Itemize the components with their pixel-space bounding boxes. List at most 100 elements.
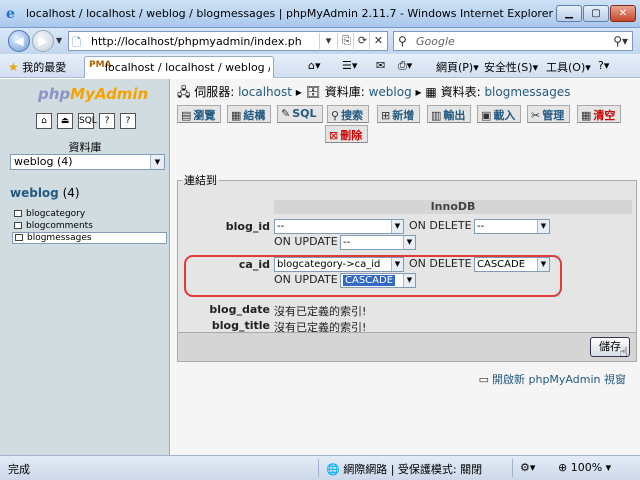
close-button[interactable]: ✕ bbox=[610, 5, 636, 22]
command-bar: ★ 我的最愛 PMA localhost / localhost / weblo… bbox=[0, 54, 640, 78]
address-dropdown-icon[interactable]: ▾ bbox=[319, 33, 337, 49]
sql-docs-icon[interactable]: ? bbox=[120, 113, 136, 129]
search-box[interactable]: ⚲ Google ⚲▾ bbox=[393, 31, 633, 51]
help-icon[interactable]: ?▾ bbox=[598, 59, 609, 72]
browser-tab[interactable]: PMA localhost / localhost / weblog / blo… bbox=[84, 56, 274, 78]
security-zone-label: 網際網路 | 受保護模式: 關閉 bbox=[343, 463, 483, 476]
server-icon: 🖧 bbox=[177, 85, 191, 99]
home-icon[interactable]: ⌂▾ bbox=[308, 59, 321, 72]
docs-icon[interactable]: ? bbox=[99, 113, 115, 129]
tab-browse[interactable]: ▤ 瀏覽 bbox=[177, 105, 222, 123]
db-label: 資料庫: bbox=[324, 85, 365, 99]
table-icon[interactable] bbox=[14, 221, 22, 229]
database-select-value: weblog (4) bbox=[14, 155, 73, 168]
chevron-right-icon: ▸ bbox=[415, 85, 422, 99]
mail-icon[interactable]: ✉ bbox=[376, 59, 385, 72]
browse-icon: ▤ bbox=[181, 109, 192, 122]
save-bar: 儲存 ☝ bbox=[177, 332, 637, 362]
tab-insert[interactable]: ⊞ 新增 bbox=[377, 105, 421, 123]
left-frame: phpMyAdmin ⌂ ⏏ SQL?? 資料庫 weblog (4) ▼ webl… bbox=[0, 79, 170, 455]
search-input[interactable]: Google bbox=[416, 35, 455, 48]
tab-drop[interactable]: ⊠ 刪除 bbox=[325, 125, 369, 143]
mouse-cursor-icon: ☝ bbox=[619, 345, 628, 361]
tab-empty[interactable]: ▦ 清空 bbox=[577, 105, 622, 123]
table-icon[interactable] bbox=[15, 234, 23, 241]
search-provider-icon: ⚲ bbox=[398, 34, 407, 48]
insert-icon: ⊞ bbox=[381, 109, 391, 122]
database-select[interactable]: weblog (4) ▼ bbox=[10, 154, 165, 170]
tools-menu[interactable]: 工具(O)▾ bbox=[546, 59, 591, 75]
table-name[interactable]: blogmessages bbox=[27, 233, 92, 243]
export-icon: ▥ bbox=[431, 109, 442, 122]
chevron-down-icon[interactable]: ▼ bbox=[537, 220, 549, 233]
phpmyadmin-logo[interactable]: phpMyAdmin bbox=[38, 85, 148, 103]
field-name: blog_id bbox=[225, 220, 270, 233]
table-list-item[interactable]: blogcategory bbox=[12, 209, 167, 221]
status-text: 完成 bbox=[8, 463, 30, 476]
tab-sql-label: SQL bbox=[292, 107, 317, 120]
zoom-control[interactable]: ⊕ 100% ▾ bbox=[558, 461, 611, 474]
security-zone[interactable]: 🌐 網際網路 | 受保護模式: 關閉 bbox=[326, 461, 482, 477]
title-bar: e localhost / localhost / weblog / blogm… bbox=[0, 0, 640, 28]
tab-search[interactable]: ⚲ 搜索 bbox=[327, 105, 370, 123]
page-icon: 🗋 bbox=[72, 36, 81, 49]
exit-icon[interactable]: ⏏ bbox=[57, 113, 73, 129]
chevron-down-icon[interactable]: ▼ bbox=[150, 155, 164, 169]
feeds-icon[interactable]: ☰▾ bbox=[342, 59, 357, 72]
back-button[interactable]: ◀ bbox=[8, 30, 30, 52]
structure-icon: ▦ bbox=[231, 109, 242, 122]
new-window-link[interactable]: ▭ 開啟新 phpMyAdmin 視窗 bbox=[479, 371, 626, 387]
chevron-down-icon[interactable]: ▼ bbox=[391, 220, 403, 233]
tab-export[interactable]: ▥ 輸出 bbox=[427, 105, 472, 123]
address-url[interactable]: http://localhost/phpmyadmin/index.php?db… bbox=[91, 35, 301, 48]
search-icon: ⚲ bbox=[331, 109, 340, 122]
breadcrumb: 🖧 伺服器: localhost ▸ 🗄 資料庫: weblog ▸ ▦ 資料表… bbox=[177, 83, 571, 104]
tab-operations[interactable]: ✂ 管理 bbox=[527, 105, 571, 123]
tab-browse-label: 瀏覽 bbox=[193, 109, 216, 122]
relation-legend: 連結到 bbox=[184, 174, 217, 187]
table-list-item-selected[interactable]: blogmessages bbox=[12, 232, 167, 244]
table-icon[interactable] bbox=[14, 210, 22, 217]
database-name[interactable]: weblog bbox=[10, 186, 59, 200]
maximize-button[interactable]: ▢ bbox=[583, 5, 609, 22]
tab-structure[interactable]: ▦ 結構 bbox=[227, 105, 272, 123]
server-label: 伺服器: bbox=[194, 85, 235, 99]
tab-import[interactable]: ▣ 載入 bbox=[477, 105, 522, 123]
on-delete-select[interactable]: -- ▼ bbox=[474, 219, 550, 234]
import-icon: ▣ bbox=[481, 109, 492, 122]
favorites-label: 我的最愛 bbox=[22, 61, 67, 74]
table-list-item[interactable]: blogcomments bbox=[12, 221, 167, 233]
safety-menu-label: 安全性(S) bbox=[484, 61, 533, 74]
tab-sql[interactable]: ✎ SQL bbox=[277, 105, 323, 123]
star-icon: ★ bbox=[8, 60, 19, 74]
protected-mode-icon[interactable]: ⚙▾ bbox=[520, 461, 535, 474]
breadcrumb-server[interactable]: localhost bbox=[238, 85, 292, 99]
home-icon[interactable]: ⌂ bbox=[36, 113, 52, 129]
history-dropdown-icon[interactable]: ▼ bbox=[56, 36, 62, 45]
window-title: localhost / localhost / weblog / blogmes… bbox=[26, 7, 553, 20]
search-icon[interactable]: ⚲▾ bbox=[613, 34, 628, 48]
tab-drop-label: 刪除 bbox=[340, 129, 363, 142]
forward-button[interactable]: ▶ bbox=[32, 30, 54, 52]
table-name[interactable]: blogcomments bbox=[26, 221, 93, 231]
on-update-select[interactable]: -- ▼ bbox=[340, 235, 416, 250]
sql-icon: ✎ bbox=[281, 107, 291, 120]
database-heading[interactable]: weblog (4) bbox=[10, 186, 80, 200]
main-frame: 🖧 伺服器: localhost ▸ 🗄 資料庫: weblog ▸ ▦ 資料表… bbox=[171, 79, 640, 455]
minimize-button[interactable]: ▁ bbox=[556, 5, 582, 22]
breadcrumb-table[interactable]: blogmessages bbox=[484, 85, 570, 99]
query-window-icon[interactable]: SQL bbox=[78, 113, 97, 129]
stop-icon[interactable]: ✕ bbox=[369, 33, 387, 49]
safety-menu[interactable]: 安全性(S)▾ bbox=[484, 59, 538, 75]
address-toolbar: ◀ ▶ ▼ 🗋 http://localhost/phpmyadmin/inde… bbox=[0, 28, 640, 54]
table-name[interactable]: blogcategory bbox=[26, 209, 85, 219]
foreign-key-select[interactable]: -- ▼ bbox=[274, 219, 404, 234]
address-bar[interactable]: 🗋 http://localhost/phpmyadmin/index.php?… bbox=[68, 31, 388, 51]
database-table-count: (4) bbox=[62, 186, 80, 200]
breadcrumb-db[interactable]: weblog bbox=[369, 85, 412, 99]
page-menu[interactable]: 網頁(P)▾ bbox=[436, 59, 479, 75]
empty-icon: ▦ bbox=[581, 109, 592, 122]
print-icon[interactable]: ⎙▾ bbox=[398, 59, 412, 73]
chevron-down-icon[interactable]: ▼ bbox=[403, 236, 415, 249]
favorites-button[interactable]: ★ 我的最愛 bbox=[8, 59, 66, 75]
